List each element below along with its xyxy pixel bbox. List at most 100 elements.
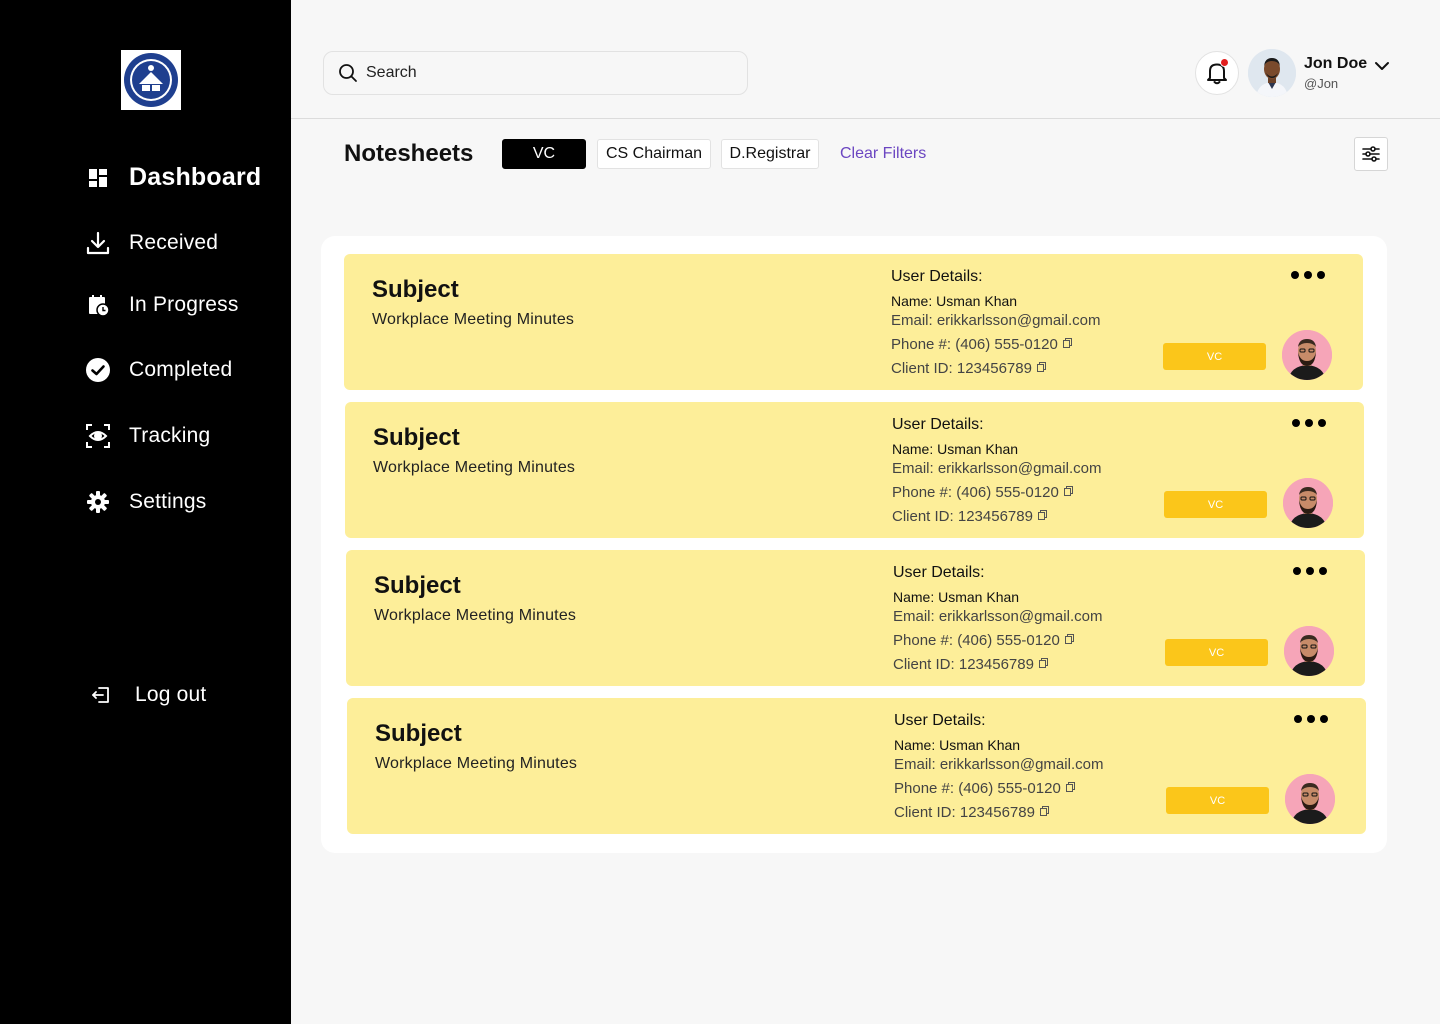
card-topic: Workplace Meeting Minutes [374,607,577,624]
client-id-text: Client ID: 123456789 [894,804,1035,821]
sidebar-item-in-progress[interactable]: In Progress [85,292,239,318]
client-id-text: Client ID: 123456789 [892,508,1033,525]
notesheet-card[interactable]: Subject Workplace Meeting Minutes User D… [345,402,1364,538]
sidebar-item-label: Completed [129,358,233,381]
sliders-icon [1362,146,1380,162]
user-details-title: User Details: [891,268,983,285]
notesheet-card[interactable]: Subject Workplace Meeting Minutes User D… [347,698,1366,834]
user-details-title: User Details: [894,712,986,729]
user-details-title: User Details: [893,564,985,581]
notesheet-card[interactable]: Subject Workplace Meeting Minutes User D… [344,254,1363,390]
user-details-email: Email: erikkarlsson@gmail.com [893,608,1103,625]
phone-text: Phone #: (406) 555-0120 [892,484,1059,501]
sidebar-item-label: Dashboard [129,163,262,191]
user-details-email: Email: erikkarlsson@gmail.com [891,312,1101,329]
search-icon [339,64,357,82]
copy-icon[interactable] [1064,633,1074,644]
avatar [1283,478,1333,528]
phone-text: Phone #: (406) 555-0120 [891,336,1058,353]
status-badge[interactable]: VC [1164,491,1267,518]
phone-text: Phone #: (406) 555-0120 [894,780,1061,797]
notification-dot [1220,58,1229,67]
copy-icon[interactable] [1036,361,1046,372]
copy-icon[interactable] [1063,485,1073,496]
chevron-down-icon[interactable] [1374,58,1390,74]
avatar [1282,330,1332,380]
notesheets-panel: Subject Workplace Meeting Minutes User D… [321,236,1387,853]
user-details-name: Name: Usman Khan [892,441,1019,457]
card-topic: Workplace Meeting Minutes [375,755,578,772]
notesheet-card[interactable]: Subject Workplace Meeting Minutes User D… [346,550,1365,686]
copy-icon[interactable] [1038,657,1048,668]
sidebar-item-label: Received [129,231,219,254]
card-topic: Workplace Meeting Minutes [372,311,575,328]
user-details-phone: Phone #: (406) 555-0120 [893,632,1074,649]
check-circle-icon [85,357,111,383]
status-badge[interactable]: VC [1166,787,1269,814]
dashboard-grid-icon [85,165,111,191]
sidebar-item-tracking[interactable]: Tracking [85,423,210,449]
filter-chip-d-registrar[interactable]: D.Registrar [721,139,819,169]
user-details-name: Name: Usman Khan [894,737,1021,753]
university-seal-icon[interactable] [121,50,181,110]
user-details-name: Name: Usman Khan [891,293,1018,309]
eye-scan-icon [85,423,111,449]
client-id-text: Client ID: 123456789 [893,656,1034,673]
client-id-text: Client ID: 123456789 [891,360,1032,377]
user-details-name: Name: Usman Khan [893,589,1020,605]
copy-icon[interactable] [1062,337,1072,348]
download-tray-icon [85,230,111,256]
status-badge[interactable]: VC [1165,639,1268,666]
card-subject: Subject [372,276,459,303]
filter-chip-vc[interactable]: VC [502,139,586,169]
user-details-phone: Phone #: (406) 555-0120 [891,336,1072,353]
user-avatar[interactable] [1248,49,1296,97]
logout-label: Log out [135,683,207,706]
copy-icon[interactable] [1039,805,1049,816]
copy-icon[interactable] [1065,781,1075,792]
card-topic: Workplace Meeting Minutes [373,459,576,476]
user-details-email: Email: erikkarlsson@gmail.com [892,460,1102,477]
user-details-client-id: Client ID: 123456789 [891,360,1046,377]
search-input[interactable] [366,64,726,82]
logout-arrow-icon [90,682,112,708]
logout-button[interactable]: Log out [90,682,206,708]
sidebar-item-settings[interactable]: Settings [85,489,206,515]
sidebar-item-received[interactable]: Received [85,230,218,256]
page-title: Notesheets [344,140,474,167]
sidebar-item-completed[interactable]: Completed [85,357,232,383]
user-details-client-id: Client ID: 123456789 [894,804,1049,821]
more-options-icon[interactable] [1294,712,1328,726]
more-options-icon[interactable] [1293,564,1327,578]
card-subject: Subject [375,720,462,747]
phone-text: Phone #: (406) 555-0120 [893,632,1060,649]
sidebar-item-label: Tracking [129,424,211,447]
avatar [1284,626,1334,676]
gear-icon [85,489,111,515]
more-options-icon[interactable] [1291,268,1325,282]
user-details-phone: Phone #: (406) 555-0120 [892,484,1073,501]
filter-chip-cs-chairman[interactable]: CS Chairman [597,139,711,169]
sidebar-item-label: In Progress [129,293,239,316]
sidebar-item-label: Settings [129,490,207,513]
user-name: Jon Doe [1304,55,1368,72]
top-header: Jon Doe @Jon [291,0,1440,119]
calendar-clock-icon [85,292,111,318]
filter-settings-button[interactable] [1354,137,1388,171]
more-options-icon[interactable] [1292,416,1326,430]
user-details-phone: Phone #: (406) 555-0120 [894,780,1075,797]
clear-filters-link[interactable]: Clear Filters [840,145,926,163]
user-details-client-id: Client ID: 123456789 [892,508,1047,525]
search-bar[interactable] [323,51,748,95]
user-details-email: Email: erikkarlsson@gmail.com [894,756,1104,773]
user-handle: @Jon [1304,76,1339,91]
user-details-title: User Details: [892,416,984,433]
sidebar: Dashboard Received In Progress Completed… [0,0,291,1024]
status-badge[interactable]: VC [1163,343,1266,370]
sidebar-item-dashboard[interactable]: Dashboard [85,163,261,192]
notification-button[interactable] [1195,51,1239,95]
card-subject: Subject [374,572,461,599]
copy-icon[interactable] [1037,509,1047,520]
user-details-client-id: Client ID: 123456789 [893,656,1048,673]
avatar [1285,774,1335,824]
